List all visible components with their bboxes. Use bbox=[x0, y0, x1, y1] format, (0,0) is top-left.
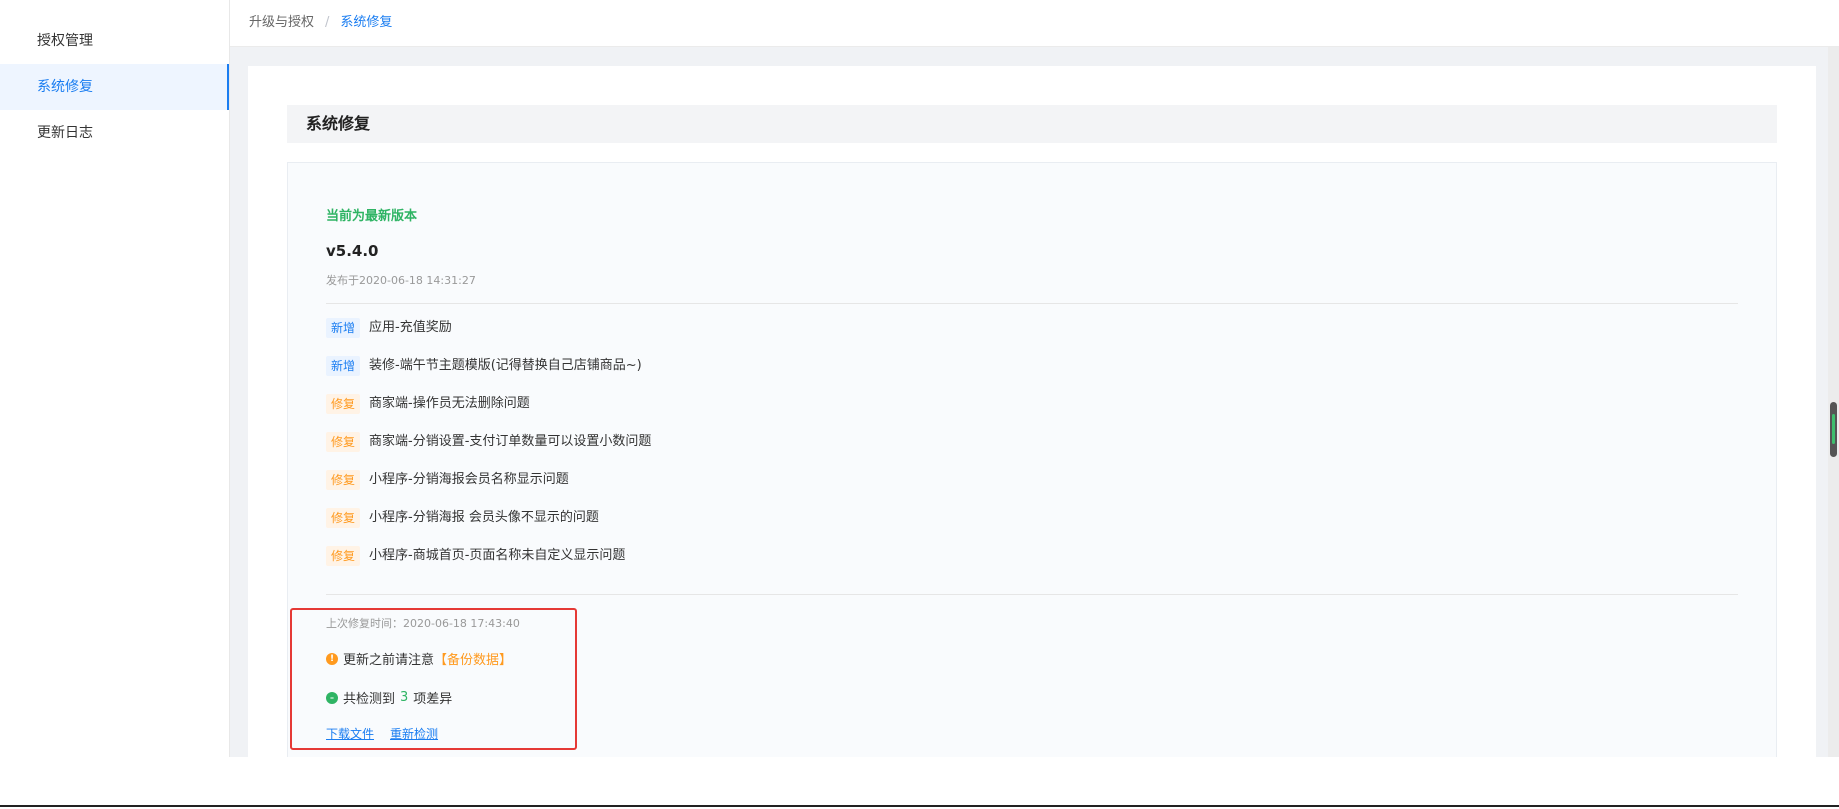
divider bbox=[326, 303, 1738, 304]
version-status: 当前为最新版本 bbox=[326, 209, 418, 224]
last-repair-time: 上次修复时间：2020-06-18 17:43:40 bbox=[326, 617, 520, 630]
recheck-link[interactable]: 重新检测 bbox=[390, 727, 438, 741]
breadcrumb-separator: / bbox=[325, 15, 330, 30]
detect-count: 3 bbox=[400, 690, 409, 705]
change-text: 装修-端午节主题模版(记得替换自己店铺商品~) bbox=[369, 358, 642, 373]
sidebar-item-label: 系统修复 bbox=[37, 79, 93, 95]
sidebar-item-label: 更新日志 bbox=[37, 125, 93, 141]
new-badge: 新增 bbox=[326, 356, 361, 376]
change-item: 新增 应用-充值奖励 bbox=[326, 317, 452, 339]
bottom-border bbox=[0, 805, 1839, 807]
fix-badge: 修复 bbox=[326, 432, 361, 452]
main-card: 系统修复 当前为最新版本 v5.4.0 发布于2020-06-18 14:31:… bbox=[248, 66, 1816, 757]
scrollbar[interactable] bbox=[1828, 47, 1839, 757]
change-item: 修复 小程序-商城首页-页面名称未自定义显示问题 bbox=[326, 545, 625, 567]
detect-result: – 共检测到 3 项差异 bbox=[326, 688, 452, 707]
section-title: 系统修复 bbox=[287, 105, 1777, 143]
change-text: 小程序-分销海报会员名称显示问题 bbox=[369, 472, 569, 487]
sidebar-item-license[interactable]: 授权管理 bbox=[0, 18, 229, 64]
action-links: 下载文件 重新检测 bbox=[326, 725, 454, 742]
change-text: 小程序-分销海报 会员头像不显示的问题 bbox=[369, 510, 599, 525]
scroll-indicator bbox=[1832, 414, 1835, 444]
detect-suffix: 项差异 bbox=[413, 692, 453, 707]
app-window: 授权管理 系统修复 更新日志 升级与授权 / 系统修复 系统修复 当前为最新版本 v… bbox=[0, 0, 1839, 757]
fix-badge: 修复 bbox=[326, 546, 361, 566]
repair-panel: 当前为最新版本 v5.4.0 发布于2020-06-18 14:31:27 新增… bbox=[287, 162, 1777, 757]
sidebar: 授权管理 系统修复 更新日志 bbox=[0, 0, 230, 757]
new-badge: 新增 bbox=[326, 318, 361, 338]
release-date: 发布于2020-06-18 14:31:27 bbox=[326, 274, 476, 287]
top-bar: 升级与授权 / 系统修复 bbox=[230, 0, 1839, 47]
sidebar-item-changelog[interactable]: 更新日志 bbox=[0, 110, 229, 156]
warning-icon: ! bbox=[326, 652, 338, 665]
change-text: 应用-充值奖励 bbox=[369, 320, 452, 335]
change-item: 修复 商家端-操作员无法删除问题 bbox=[326, 393, 530, 415]
change-item: 修复 小程序-分销海报 会员头像不显示的问题 bbox=[326, 507, 599, 529]
breadcrumb-current: 系统修复 bbox=[340, 15, 393, 30]
breadcrumb: 升级与授权 / 系统修复 bbox=[249, 0, 392, 46]
fix-badge: 修复 bbox=[326, 508, 361, 528]
scroll-thumb[interactable] bbox=[1830, 402, 1837, 457]
check-circle-icon: – bbox=[326, 691, 338, 704]
divider bbox=[326, 594, 1738, 595]
detect-prefix: 共检测到 bbox=[343, 692, 396, 707]
change-item: 修复 小程序-分销海报会员名称显示问题 bbox=[326, 469, 569, 491]
notice-highlight: 【备份数据】 bbox=[434, 653, 513, 668]
change-text: 商家端-分销设置-支付订单数量可以设置小数问题 bbox=[369, 434, 652, 449]
change-text: 商家端-操作员无法删除问题 bbox=[369, 396, 530, 411]
sidebar-item-label: 授权管理 bbox=[37, 33, 93, 49]
sidebar-item-system-repair[interactable]: 系统修复 bbox=[0, 64, 229, 110]
change-text: 小程序-商城首页-页面名称未自定义显示问题 bbox=[369, 548, 626, 563]
notice-text: 更新之前请注意 bbox=[343, 653, 435, 668]
version-number: v5.4.0 bbox=[326, 242, 379, 260]
download-file-link[interactable]: 下载文件 bbox=[326, 727, 374, 741]
backup-notice: ! 更新之前请注意 【备份数据】 bbox=[326, 649, 512, 668]
fix-badge: 修复 bbox=[326, 470, 361, 490]
breadcrumb-parent[interactable]: 升级与授权 bbox=[249, 15, 314, 30]
change-item: 新增 装修-端午节主题模版(记得替换自己店铺商品~) bbox=[326, 355, 642, 377]
change-item: 修复 商家端-分销设置-支付订单数量可以设置小数问题 bbox=[326, 431, 651, 453]
fix-badge: 修复 bbox=[326, 394, 361, 414]
